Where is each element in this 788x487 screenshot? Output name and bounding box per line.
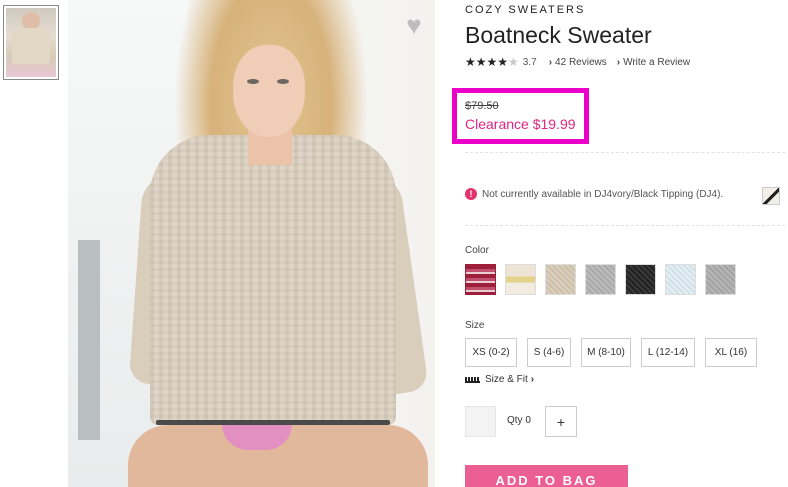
star-rating: ★★★★★ [465,55,519,69]
selected-color-chip [762,187,780,205]
sweater-image [150,135,396,425]
color-swatch-grey[interactable] [585,264,616,295]
color-swatch-ivory-fairisle[interactable] [505,264,536,295]
clearance-price: Clearance $19.99 [465,116,576,132]
quantity-swatch [465,406,496,437]
color-swatch-light-blue[interactable] [665,264,696,295]
size-option-xl[interactable]: XL (16) [705,338,757,367]
model-face [233,45,305,137]
size-option-xs[interactable]: XS (0-2) [465,338,517,367]
product-thumbnail[interactable] [3,5,59,80]
write-review-link[interactable]: › Write a Review [617,57,690,68]
divider [465,225,785,226]
quantity-label: Qty 0 [507,415,531,426]
color-swatch-burgundy-stripe[interactable] [465,264,496,295]
collection-label: COZY SWEATERS [465,4,586,16]
color-swatch-heather-grey[interactable] [705,264,736,295]
color-swatches [465,264,736,295]
size-fit-link[interactable]: Size & Fit › [465,374,534,385]
reviews-link[interactable]: › 42 Reviews [549,57,607,68]
alert-circle-icon: ! [465,188,477,200]
quantity-increment-button[interactable]: + [545,406,577,437]
color-swatch-oatmeal[interactable] [545,264,576,295]
rating-row: ★★★★★ 3.7 › 42 Reviews › Write a Review [465,55,700,69]
heart-icon[interactable]: ♥ [400,12,428,38]
ruler-icon [465,376,480,383]
size-option-l[interactable]: L (12-14) [641,338,695,367]
add-to-bag-button[interactable]: ADD TO BAG [465,465,628,487]
original-price: $79.50 [465,100,499,112]
chevron-right-icon: › [616,56,621,68]
color-label: Color [465,245,489,256]
size-label: Size [465,320,485,331]
size-options: XS (0-2) S (4-6) M (8-10) L (12-14) XL (… [465,338,757,367]
size-option-m[interactable]: M (8-10) [581,338,631,367]
product-title: Boatneck Sweater [465,22,652,48]
product-photo [68,0,435,487]
color-swatch-black[interactable] [625,264,656,295]
chevron-right-icon: › [530,374,535,385]
availability-notice: ! Not currently available in DJ4vory/Bla… [465,188,723,200]
divider [465,152,785,153]
size-option-s[interactable]: S (4-6) [527,338,571,367]
chevron-right-icon: › [548,56,553,68]
thumbnail-image [6,8,56,77]
rating-value: 3.7 [522,56,537,68]
